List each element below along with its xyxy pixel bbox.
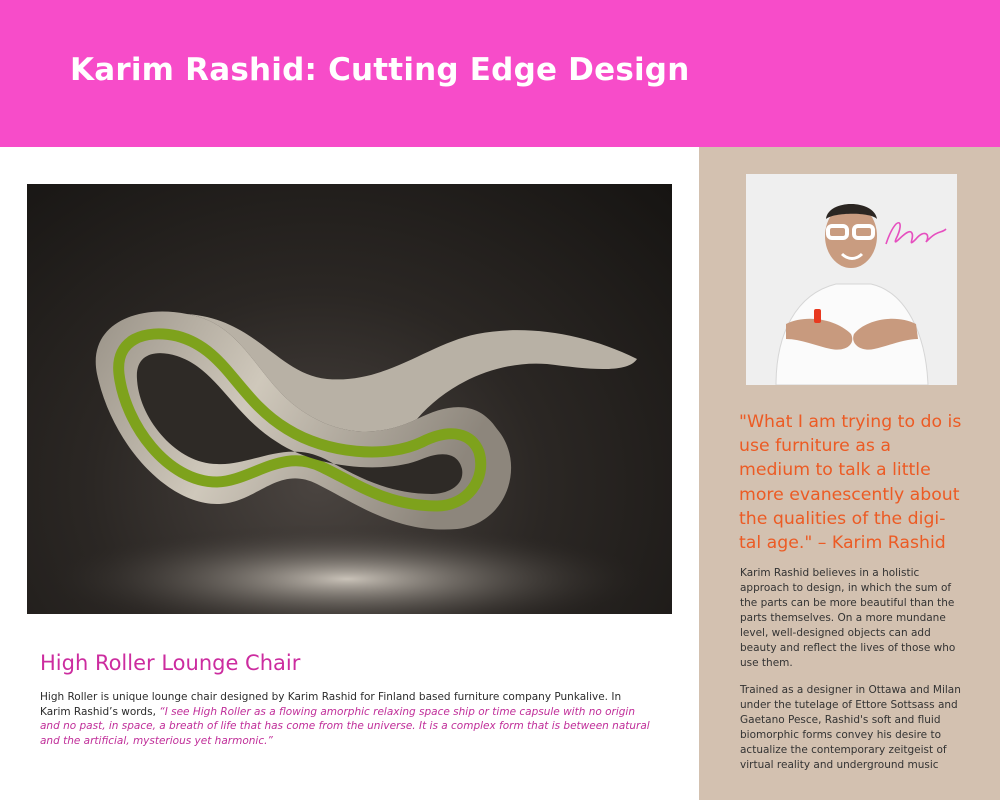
paragraph-line: biomorphic forms convey his desire to: [740, 729, 942, 741]
quote-line: tal age." – Karim Rashid: [739, 533, 946, 554]
paragraph-line: under the tutelage of Ettore Sottsass an…: [740, 699, 958, 711]
quote-line: "What I am trying to do is: [739, 412, 962, 432]
paragraph-line: parts themselves. On a more mundane: [740, 612, 946, 624]
portrait-illustration: [746, 174, 957, 385]
paragraph-line: Gaetano Pesce, Rashid's soft and fluid: [740, 714, 941, 726]
lounge-chair-photo: [27, 184, 672, 614]
paragraph-line: beauty and reflect the lives of those wh…: [740, 642, 956, 654]
paragraph-line: use them.: [740, 657, 793, 669]
quote-line: more evanescently about: [739, 484, 960, 505]
sidebar-paragraph-training: Trained as a designer in Ottawa and Mila…: [740, 683, 968, 773]
paragraph-line: virtual reality and underground music: [740, 759, 939, 771]
paragraph-line: Trained as a designer in Ottawa and Mila…: [740, 684, 961, 696]
quote-line: use furniture as a: [739, 436, 891, 457]
paragraph-line: actualize the contemporary zeitgeist of: [740, 744, 947, 756]
lounge-chair-illustration: [47, 311, 647, 614]
page-header: Karim Rashid: Cutting Edge Design: [0, 0, 1000, 147]
quote-line: medium to talk a little: [739, 460, 931, 481]
chair-description: High Roller is unique lounge chair desig…: [40, 690, 650, 748]
paragraph-line: the parts can be more beautiful than the: [740, 597, 955, 609]
paragraph-line: level, well-designed objects can add: [740, 627, 931, 639]
karim-rashid-portrait: [746, 174, 957, 385]
page-title: Karim Rashid: Cutting Edge Design: [70, 52, 690, 88]
paragraph-line: approach to design, in which the sum of: [740, 582, 952, 594]
paragraph-line: Karim Rashid believes in a holistic: [740, 567, 920, 579]
quote-line: the qualities of the digi-: [739, 508, 946, 529]
sidebar-quote: "What I am trying to do is use furniture …: [739, 410, 979, 555]
section-title: High Roller Lounge Chair: [40, 651, 301, 675]
sidebar-paragraph-holistic: Karim Rashid believes in a holistic appro…: [740, 566, 968, 671]
